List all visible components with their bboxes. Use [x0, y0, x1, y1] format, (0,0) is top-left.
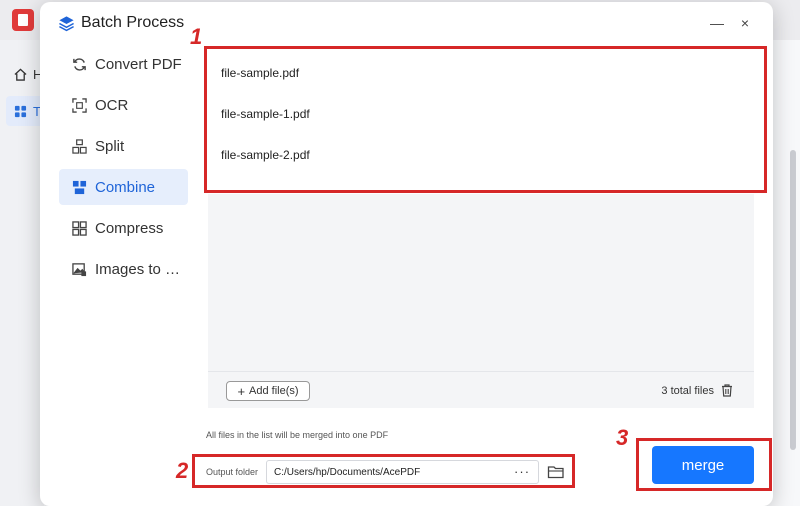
plus-icon: + [237, 383, 246, 399]
sidebar-item-label: Combine [95, 178, 156, 196]
dialog-title: Batch Process [81, 14, 185, 31]
app-scrollbar[interactable] [790, 150, 796, 450]
images-icon [71, 261, 87, 277]
merge-hint-text: All files in the list will be merged int… [206, 430, 389, 440]
annotation-number: 2 [176, 458, 189, 483]
tools-grid-icon [14, 105, 27, 117]
sidebar-item-label: Convert PDF [95, 55, 182, 73]
minimize-button[interactable]: — [706, 12, 728, 34]
combine-icon [71, 179, 87, 195]
sidebar-item-label: Split [95, 137, 125, 155]
file-list-footer: + Add file(s) 3 total files [208, 371, 754, 408]
sidebar-item-convert-pdf[interactable]: Convert PDF [59, 46, 188, 82]
convert-icon [71, 56, 87, 72]
close-button[interactable]: × [734, 12, 756, 34]
sidebar-item-label: Images to … [95, 260, 181, 278]
sidebar-item-images-to[interactable]: Images to … [59, 251, 188, 287]
add-files-label: Add file(s) [249, 385, 299, 397]
sidebar-item-label: OCR [95, 96, 129, 114]
split-icon [71, 138, 87, 154]
sidebar-item-label: Compress [95, 219, 164, 237]
home-icon [14, 68, 27, 81]
annotation-number: 3 [616, 425, 629, 450]
sidebar-item-ocr[interactable]: OCR [59, 87, 188, 123]
compress-icon [71, 220, 87, 236]
annotation-box-output-folder [192, 454, 575, 488]
sidebar-item-compress[interactable]: Compress [59, 210, 188, 246]
ocr-icon [71, 97, 87, 113]
layers-icon [59, 16, 74, 32]
annotation-number: 1 [190, 24, 203, 49]
add-files-button[interactable]: + Add file(s) [226, 381, 310, 401]
sidebar-item-split[interactable]: Split [59, 128, 188, 164]
trash-icon[interactable] [720, 383, 734, 397]
app-logo-icon [12, 9, 34, 31]
dialog-header: Batch Process — × [40, 2, 773, 44]
sidebar-item-combine[interactable]: Combine [59, 169, 188, 205]
annotation-box-file-list [204, 46, 767, 193]
total-files-count: 3 total files [661, 385, 714, 397]
annotation-box-merge [636, 438, 772, 491]
